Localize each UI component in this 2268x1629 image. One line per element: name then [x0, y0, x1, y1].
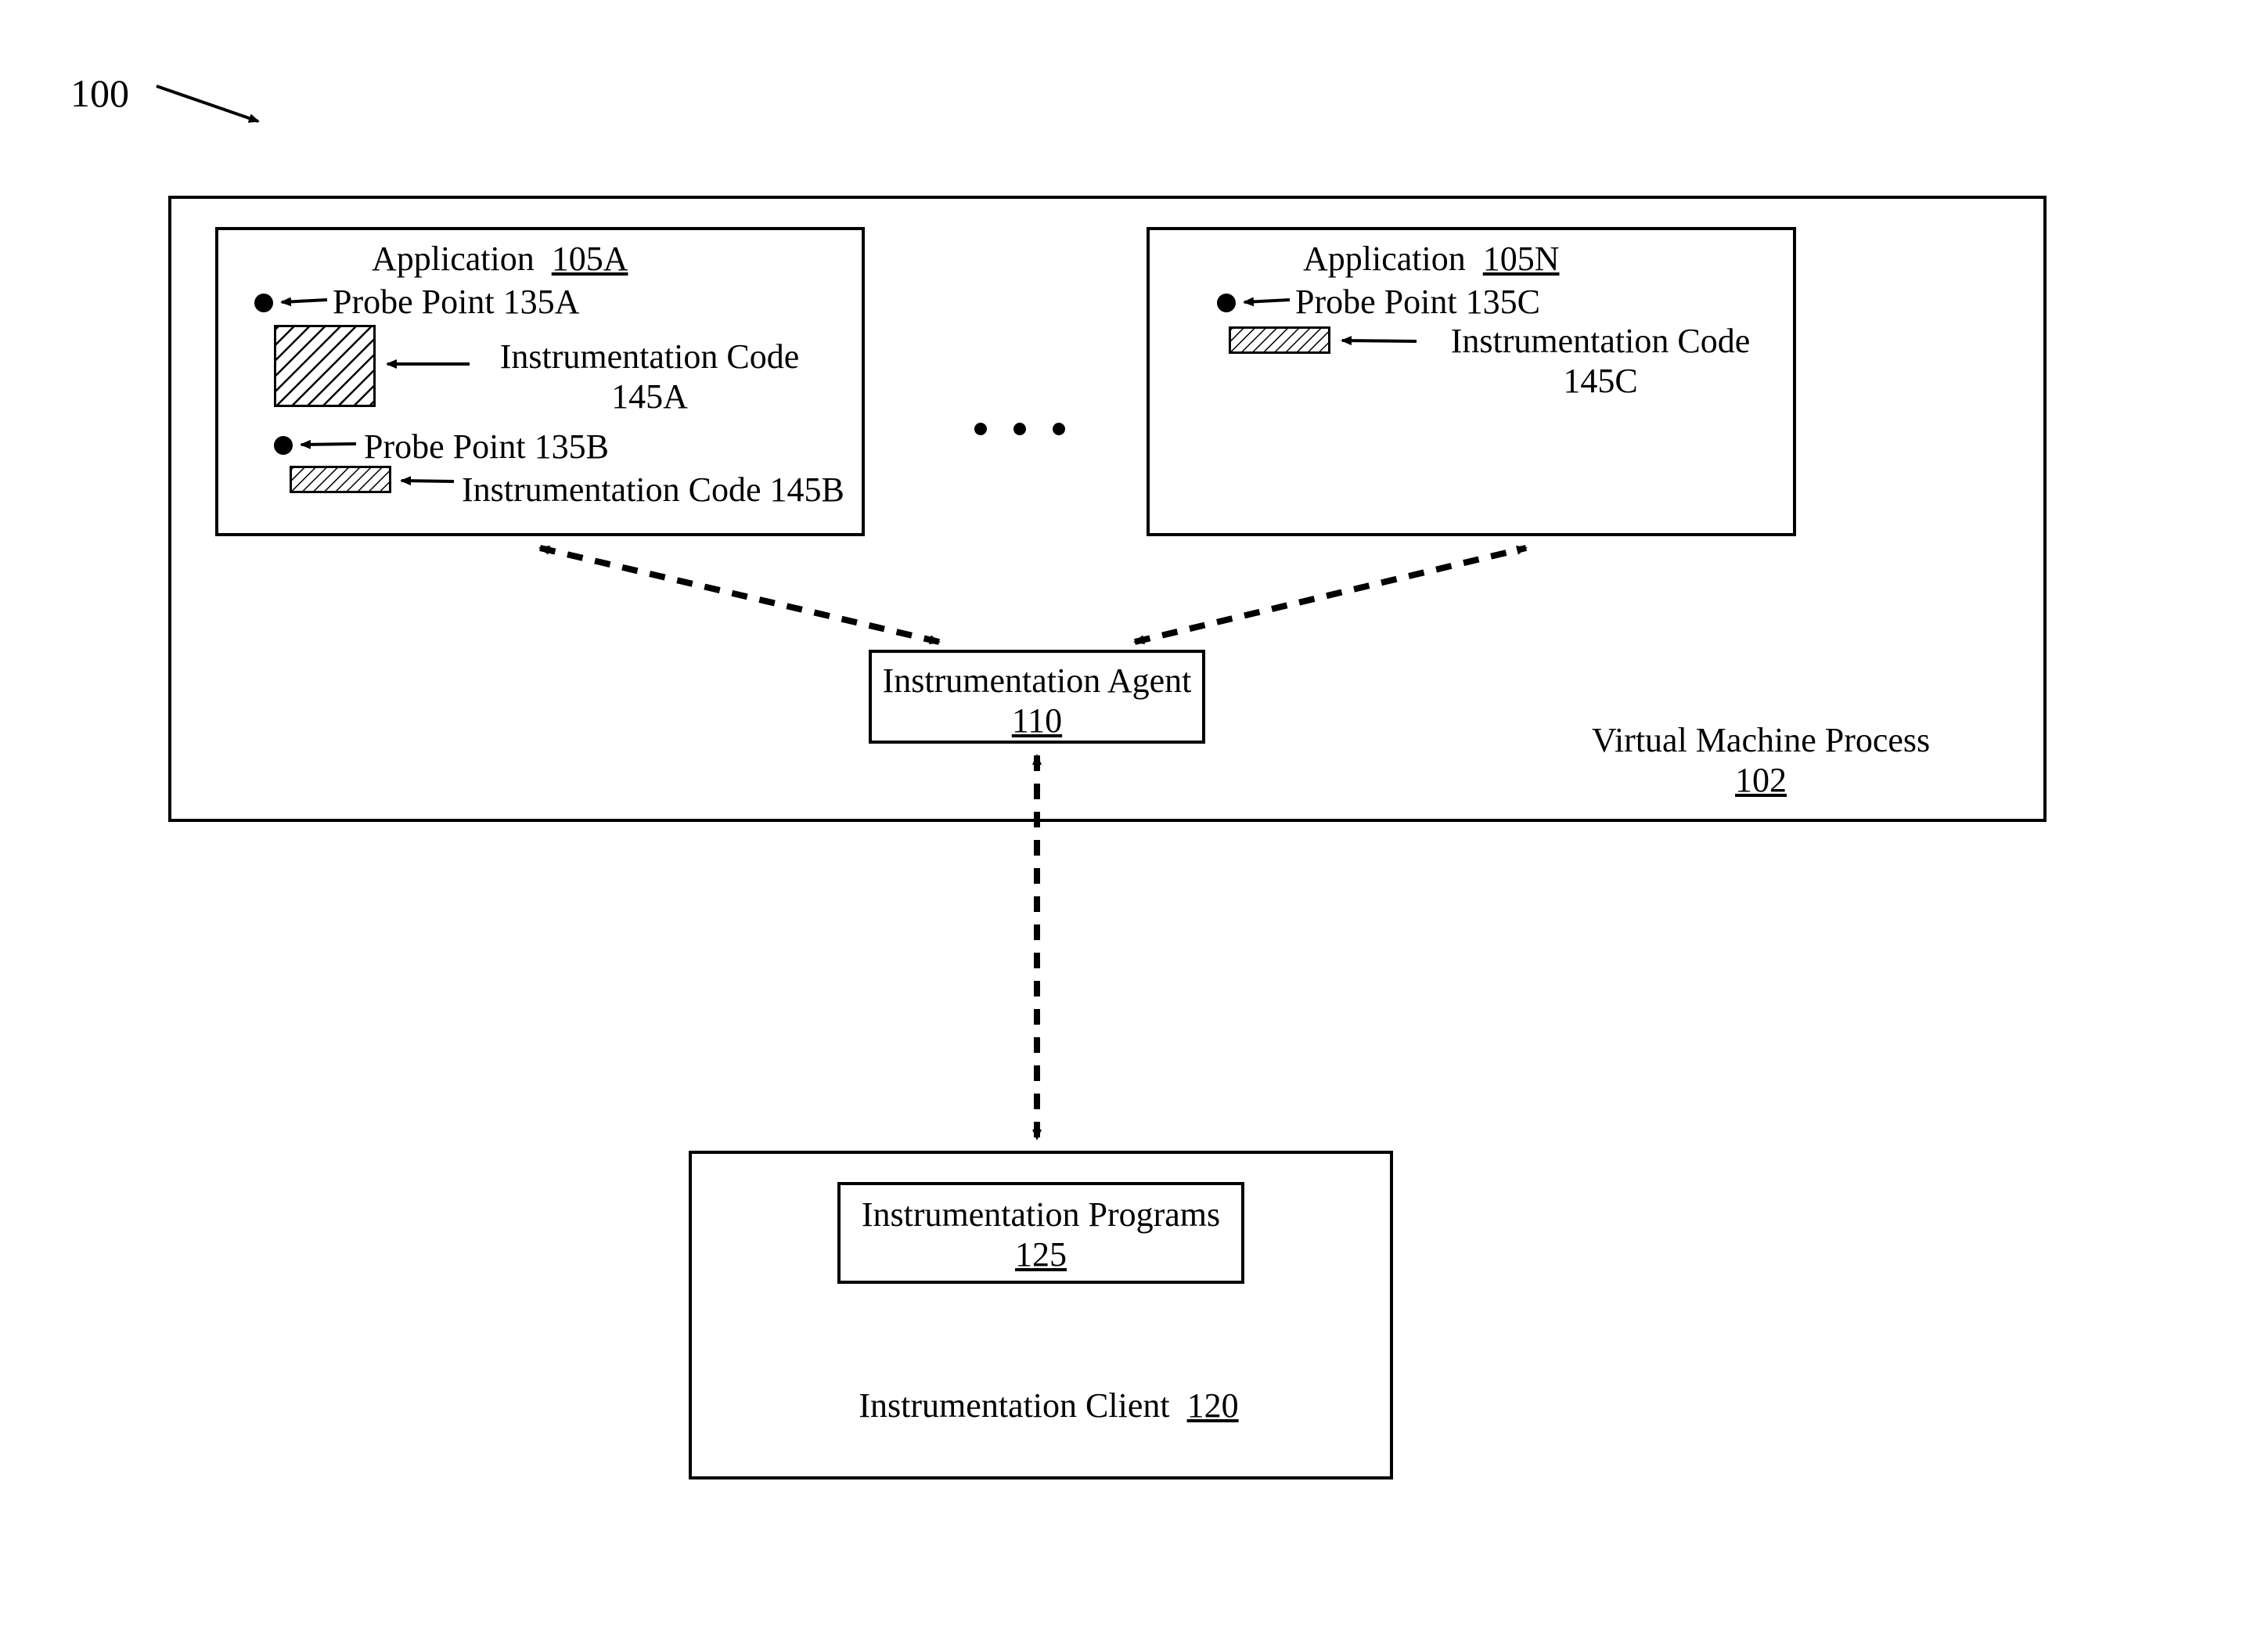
vm-process-title: Virtual Machine Process [1592, 721, 1930, 759]
programs-label: Instrumentation Programs [862, 1195, 1220, 1234]
agent-label: Instrumentation Agent [883, 661, 1192, 700]
probe-point-135a-dot [254, 294, 273, 312]
probe-point-135c-dot [1217, 294, 1236, 312]
probe-point-135a-label: Probe Point 135A [333, 282, 579, 322]
app-a-title-text: Application [372, 240, 535, 278]
probe-point-135b-dot [274, 436, 293, 455]
inst-code-145c-line1: Instrumentation Code [1451, 322, 1751, 360]
app-n-title: Application 105N [1303, 239, 1560, 279]
instrumentation-agent-box: Instrumentation Agent 110 [869, 650, 1205, 744]
inst-code-145b-label: Instrumentation Code 145B [462, 470, 844, 510]
ellipsis-dot-1 [974, 423, 987, 435]
ellipsis-dot-3 [1053, 423, 1065, 435]
inst-code-145a-line1: Instrumentation Code [500, 337, 800, 376]
client-num: 120 [1187, 1386, 1239, 1425]
client-label-text: Instrumentation Client [859, 1386, 1169, 1425]
probe-point-135c-label: Probe Point 135C [1295, 282, 1540, 322]
app-a-num: 105A [552, 240, 628, 278]
inst-code-145a-rect [274, 325, 376, 407]
app-n-num: 105N [1483, 240, 1560, 278]
app-n-title-text: Application [1303, 240, 1466, 278]
inst-code-145a-line2: 145A [611, 377, 688, 416]
agent-num: 110 [1012, 701, 1062, 740]
inst-code-145c-label: Instrumentation Code 145C [1432, 321, 1769, 401]
ellipsis-dot-2 [1013, 423, 1026, 435]
inst-code-145b-rect [290, 466, 391, 493]
instrumentation-client-label: Instrumentation Client 120 [830, 1386, 1268, 1425]
inst-code-145c-line2: 145C [1563, 362, 1637, 400]
app-a-title: Application 105A [372, 239, 628, 279]
inst-code-145a-label: Instrumentation Code 145A [481, 337, 818, 416]
vm-process-num: 102 [1735, 761, 1787, 799]
inst-code-145c-rect [1229, 326, 1330, 354]
figure-number: 100 [70, 70, 129, 116]
programs-num: 125 [1015, 1235, 1067, 1274]
instrumentation-programs-box: Instrumentation Programs 125 [837, 1182, 1244, 1284]
probe-point-135b-label: Probe Point 135B [364, 427, 609, 467]
diagram-canvas: 100 Virtual Machine Process 102 [0, 0, 2268, 1629]
vm-process-label: Virtual Machine Process 102 [1557, 720, 1964, 800]
